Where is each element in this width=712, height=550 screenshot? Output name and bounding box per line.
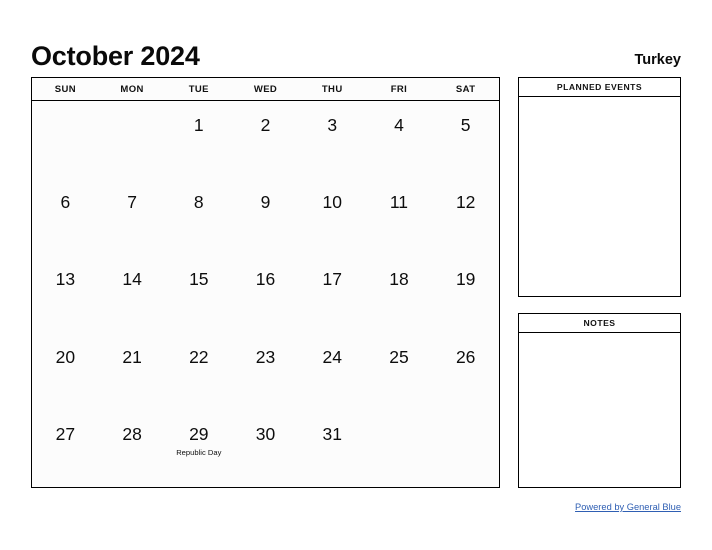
day-cell-14[interactable]: 14 [99, 255, 166, 332]
day-number: 22 [189, 346, 209, 367]
day-number: 20 [55, 346, 76, 367]
calendar-week-row: 6 7 8 9 10 11 12 [32, 178, 499, 255]
country-label: Turkey [634, 51, 681, 68]
calendar-week-row: 13 14 15 16 17 18 19 [32, 255, 499, 332]
day-cell-20[interactable]: 20 [32, 333, 99, 410]
day-cell-24[interactable]: 24 [299, 333, 366, 410]
day-cell-empty [432, 410, 499, 487]
weekday-header-wed: WED [253, 83, 278, 95]
day-number: 7 [127, 192, 137, 213]
calendar-page: October 2024 Turkey SUN MON TUE WED THU FRI SA… [0, 0, 712, 550]
day-cell-9[interactable]: 9 [232, 178, 299, 255]
day-number: 18 [389, 269, 409, 290]
day-cell-26[interactable]: 26 [432, 333, 499, 410]
day-number: 30 [255, 423, 276, 444]
day-cell-15[interactable]: 15 [165, 255, 232, 332]
day-cell-25[interactable]: 25 [366, 333, 433, 410]
day-cell-23[interactable]: 23 [232, 333, 299, 410]
day-number: 8 [193, 192, 204, 213]
day-number: 24 [322, 346, 342, 367]
day-number: 10 [322, 192, 342, 213]
day-cell-21[interactable]: 21 [99, 333, 166, 410]
day-number: 21 [122, 346, 142, 367]
day-number: 16 [255, 269, 276, 290]
weekday-header-row: SUN MON TUE WED THU FRI SAT [32, 78, 499, 101]
day-number: 9 [260, 192, 271, 213]
day-cell-22[interactable]: 22 [165, 333, 232, 410]
calendar-week-row: 27 28 29 Republic Day 30 31 [32, 410, 499, 487]
weekday-header-mon: MON [120, 83, 144, 95]
weekday-header-thu: THU [321, 83, 343, 95]
day-cell-30[interactable]: 30 [232, 410, 299, 487]
weekday-header-fri: FRI [390, 83, 408, 95]
day-cell-28[interactable]: 28 [99, 410, 166, 487]
day-cell-4[interactable]: 4 [366, 101, 433, 178]
day-number: 15 [189, 269, 209, 290]
day-cell-10[interactable]: 10 [299, 178, 366, 255]
weekday-header-sun: SUN [54, 83, 76, 95]
day-number: 6 [60, 192, 71, 213]
day-number: 5 [460, 115, 471, 135]
day-number: 12 [455, 192, 476, 213]
weekday-header-tue: TUE [188, 83, 209, 95]
day-cell-empty [366, 410, 433, 487]
day-cell-8[interactable]: 8 [165, 178, 232, 255]
notes-title: NOTES [519, 314, 680, 333]
planned-events-panel: PLANNED EVENTS [518, 77, 681, 297]
day-number: 29 [189, 423, 209, 444]
day-cell-empty [32, 101, 99, 178]
powered-by-link[interactable]: Powered by General Blue [575, 502, 681, 512]
day-number: 1 [193, 115, 204, 135]
day-cell-7[interactable]: 7 [99, 178, 166, 255]
day-cell-2[interactable]: 2 [232, 101, 299, 178]
day-number: 19 [455, 269, 476, 290]
notes-body[interactable] [519, 333, 680, 487]
planned-events-title: PLANNED EVENTS [519, 78, 680, 97]
day-cell-1[interactable]: 1 [165, 101, 232, 178]
day-cell-17[interactable]: 17 [299, 255, 366, 332]
day-number: 31 [322, 423, 342, 444]
calendar-grid: SUN MON TUE WED THU FRI SAT 1 2 3 4 5 6 7 8 9 10 11 12 13 1… [31, 77, 500, 488]
day-number: 17 [322, 269, 342, 290]
day-cell-16[interactable]: 16 [232, 255, 299, 332]
day-cell-31[interactable]: 31 [299, 410, 366, 487]
day-cell-6[interactable]: 6 [32, 178, 99, 255]
day-cell-11[interactable]: 11 [366, 178, 433, 255]
calendar-weeks: 1 2 3 4 5 6 7 8 9 10 11 12 13 14 15 16 17 18 19 20 21 22 23 24 2… [32, 101, 499, 487]
day-number: 3 [327, 115, 338, 135]
day-cell-27[interactable]: 27 [32, 410, 99, 487]
page-header: October 2024 Turkey [31, 28, 681, 70]
planned-events-body[interactable] [519, 97, 680, 296]
day-number: 27 [55, 423, 76, 444]
day-event-label: Republic Day [176, 448, 222, 458]
day-number: 28 [122, 423, 142, 444]
day-cell-29[interactable]: 29 Republic Day [165, 410, 232, 487]
day-number: 2 [260, 115, 271, 135]
day-cell-19[interactable]: 19 [432, 255, 499, 332]
day-number: 23 [255, 346, 276, 367]
page-footer: Powered by General Blue [400, 497, 681, 515]
notes-panel: NOTES [518, 313, 681, 488]
day-number: 26 [455, 346, 476, 367]
calendar-week-row: 20 21 22 23 24 25 26 [32, 333, 499, 410]
page-title: October 2024 [31, 41, 200, 71]
weekday-header-sat: SAT [455, 83, 476, 95]
day-number: 13 [55, 269, 76, 290]
day-number: 4 [394, 115, 404, 135]
day-cell-18[interactable]: 18 [366, 255, 433, 332]
day-number: 11 [389, 192, 409, 213]
day-cell-13[interactable]: 13 [32, 255, 99, 332]
day-cell-12[interactable]: 12 [432, 178, 499, 255]
day-cell-3[interactable]: 3 [299, 101, 366, 178]
day-cell-empty [99, 101, 166, 178]
day-number: 25 [389, 346, 409, 367]
day-cell-5[interactable]: 5 [432, 101, 499, 178]
day-number: 14 [122, 269, 142, 290]
calendar-week-row: 1 2 3 4 5 [32, 101, 499, 178]
